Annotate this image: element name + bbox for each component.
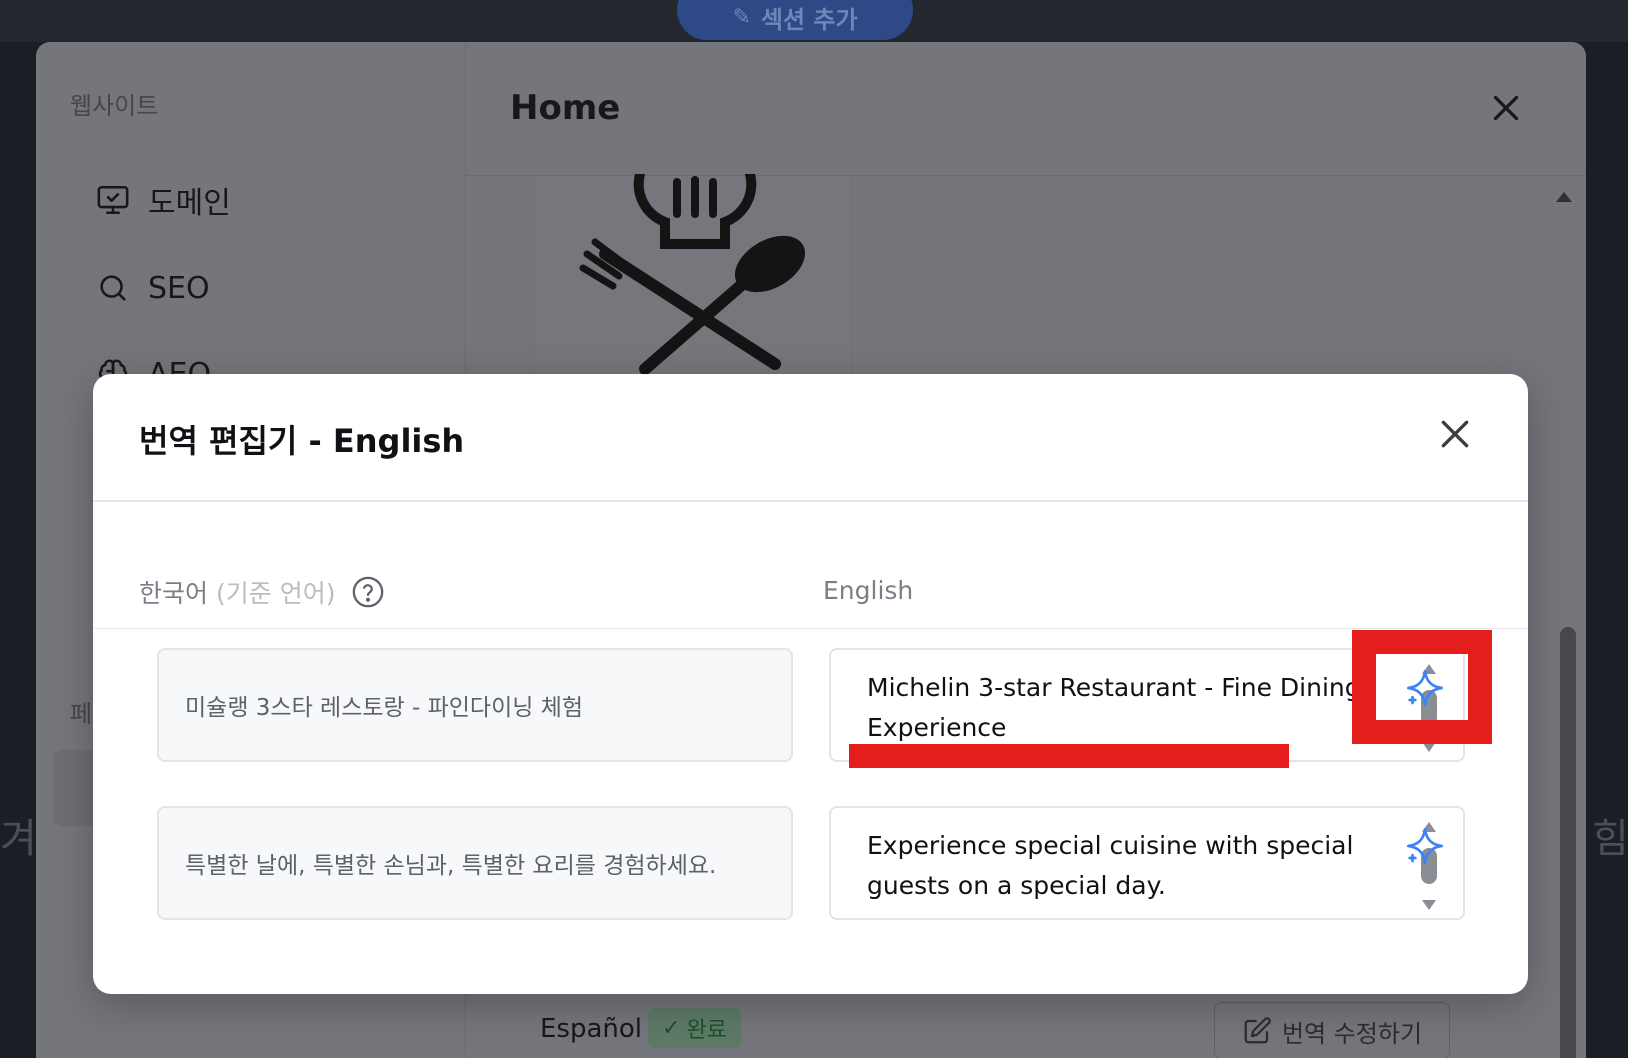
source-column-header: 한국어 (기준 언어) [139, 574, 385, 610]
panel-scrollbar[interactable] [1560, 627, 1576, 1058]
dialog-divider [93, 500, 1528, 502]
edit-translation-label: 번역 수정하기 [1281, 1019, 1423, 1048]
edit-icon [1244, 1017, 1271, 1044]
source-text-field: 미슐랭 3스타 레스토랑 - 파인다이닝 체험 [157, 648, 793, 762]
check-icon: ✓ [662, 1015, 681, 1041]
close-icon[interactable] [1435, 414, 1475, 454]
sidebar-page-label: 페 [70, 700, 93, 728]
translation-editor-dialog: 번역 편집기 - English 한국어 (기준 언어) English 미슐랭… [93, 374, 1528, 994]
translation-text: Michelin 3-star Restaurant - Fine Dining… [867, 673, 1361, 742]
magic-pen-icon: ✎ [732, 4, 751, 30]
target-column-header: English [823, 576, 914, 605]
add-section-label: 섹션 추가 [760, 5, 858, 34]
sidebar-section-label: 웹사이트 [70, 92, 159, 120]
status-badge: ✓ 완료 [648, 1008, 741, 1048]
monitor-check-icon [97, 185, 129, 215]
annotation-highlight-box [1352, 630, 1492, 744]
translation-text: Experience special cuisine with special … [867, 831, 1354, 900]
scroll-down-arrow [1422, 900, 1436, 910]
background-edge-text-right: 힘 [1592, 816, 1628, 862]
ai-translate-sparkle-icon[interactable] [1405, 826, 1445, 866]
edit-translation-button[interactable]: 번역 수정하기 [1214, 1002, 1450, 1058]
add-section-button[interactable]: ✎ 섹션 추가 [677, 0, 913, 40]
status-label: 완료 [686, 1018, 727, 1043]
background-edge-text-left: 겨 [0, 816, 37, 862]
sidebar-item-label: SEO [148, 270, 210, 306]
settings-title: Home [510, 88, 621, 128]
annotation-underline [849, 744, 1289, 768]
source-language-note: (기준 언어) [216, 579, 336, 608]
scroll-up-arrow[interactable] [1556, 192, 1572, 202]
chef-hat-utensils-logo [579, 174, 806, 374]
sidebar-item-domain[interactable]: 도메인 [96, 178, 231, 222]
close-icon[interactable] [1488, 90, 1524, 126]
source-text-field: 특별한 날에, 특별한 손님과, 특별한 요리를 경험하세요. [157, 806, 793, 920]
sidebar-item-seo[interactable]: SEO [96, 266, 210, 310]
source-language-label: 한국어 [139, 579, 209, 608]
search-icon [100, 275, 126, 301]
column-header-divider [93, 628, 1528, 629]
logo-preview-card [534, 174, 852, 376]
translation-text-field[interactable]: Experience special cuisine with special … [829, 806, 1465, 920]
sidebar-item-label: 도메인 [148, 186, 231, 221]
settings-header: Home [466, 42, 1586, 176]
language-name: Español [540, 1014, 643, 1044]
dialog-title: 번역 편집기 - English [139, 422, 465, 460]
help-icon[interactable] [351, 575, 385, 609]
